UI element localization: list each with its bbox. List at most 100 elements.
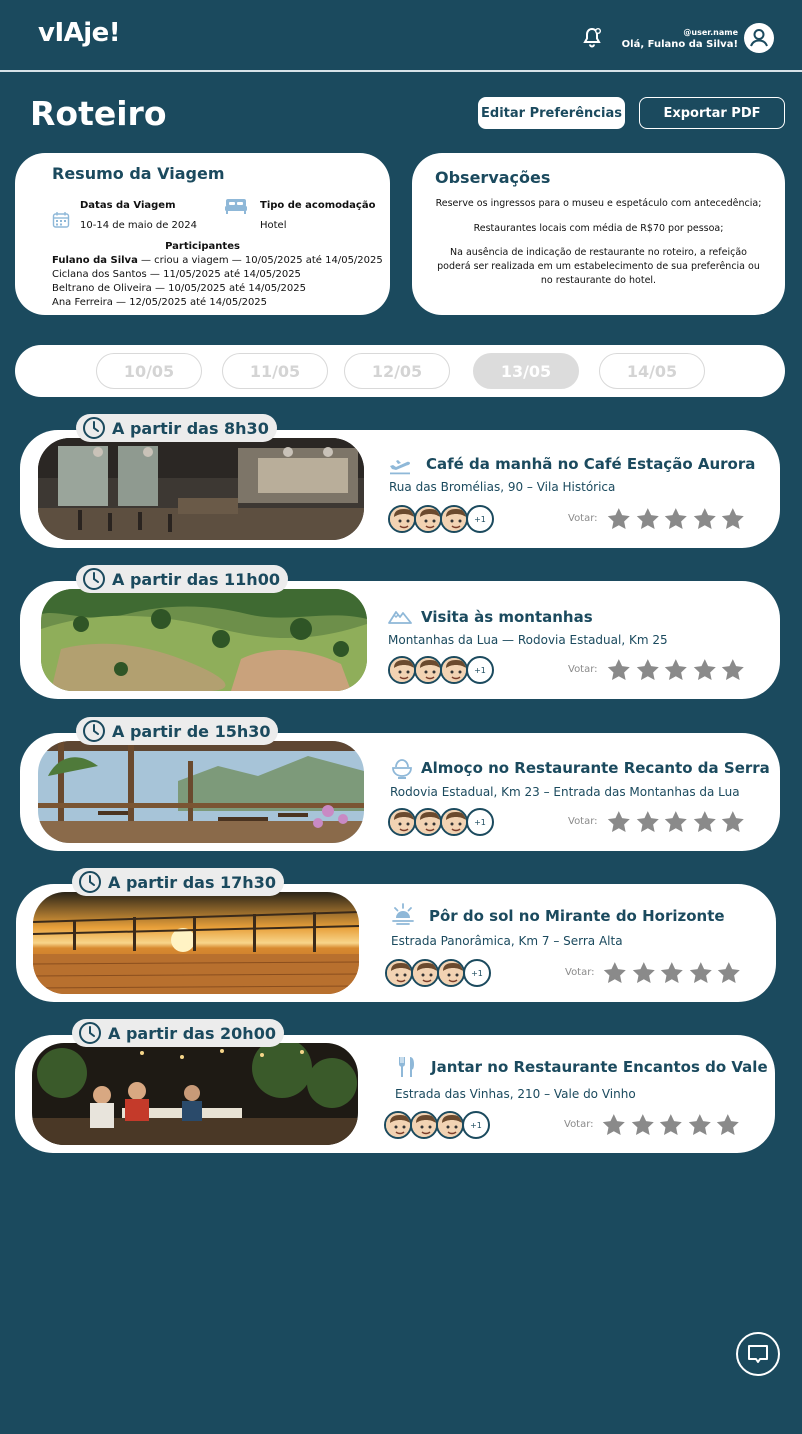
activity-address: Montanhas da Lua — Rodovia Estadual, Km … xyxy=(388,633,668,647)
star-icon[interactable] xyxy=(631,960,657,986)
participant-avatar xyxy=(388,808,416,836)
participant-line: Ciclana dos Santos — 11/05/2025 até 14/0… xyxy=(52,269,301,280)
participant-avatar xyxy=(385,959,413,987)
star-icon[interactable] xyxy=(659,960,685,986)
participant-avatar xyxy=(414,656,442,684)
star-icon[interactable] xyxy=(663,506,689,532)
accommodation-value: Hotel xyxy=(260,220,287,231)
activity-title: Pôr do sol no Mirante do Horizonte xyxy=(429,907,725,925)
participant-avatar xyxy=(436,1111,464,1139)
more-participants-badge[interactable]: +1 xyxy=(466,656,494,684)
edit-preferences-button[interactable]: Editar Preferências xyxy=(478,97,625,129)
participant-avatars[interactable]: +1 xyxy=(384,1111,494,1139)
user-avatar-icon[interactable] xyxy=(744,23,774,53)
participants-title: Participantes xyxy=(165,241,240,252)
vote-label: Votar: xyxy=(564,1119,594,1130)
page-title: Roteiro xyxy=(30,94,167,133)
date-tab-1305[interactable]: 13/05 xyxy=(473,353,579,389)
activity-time: A partir das 11h00 xyxy=(112,569,280,589)
date-tab-1205[interactable]: 12/05 xyxy=(344,353,450,389)
participant-creator-name: Fulano da Silva xyxy=(52,255,138,266)
star-icon[interactable] xyxy=(635,809,661,835)
summary-title: Resumo da Viagem xyxy=(52,164,225,183)
activity-time: A partir das 8h30 xyxy=(112,418,269,438)
star-icon[interactable] xyxy=(720,657,746,683)
observations-title: Observações xyxy=(435,168,551,187)
sunset-icon xyxy=(392,903,414,925)
trip-dates-label: Datas da Viagem xyxy=(80,200,176,211)
more-participants-badge[interactable]: +1 xyxy=(466,808,494,836)
mountains-photo xyxy=(41,589,367,691)
date-tab-1405[interactable]: 14/05 xyxy=(599,353,705,389)
activity-card[interactable]: Pôr do sol no Mirante do Horizonte Estra… xyxy=(16,884,776,1002)
date-tab-1005[interactable]: 10/05 xyxy=(96,353,202,389)
rating-stars[interactable] xyxy=(606,506,746,532)
rating-stars[interactable] xyxy=(602,960,742,986)
participant-avatars[interactable]: +1 xyxy=(385,959,495,987)
activity-title: Jantar no Restaurante Encantos do Vale xyxy=(431,1058,768,1076)
participant-avatar xyxy=(388,656,416,684)
app-logo[interactable]: vIAje! xyxy=(38,18,121,48)
activity-title: Café da manhã no Café Estação Aurora xyxy=(426,455,756,473)
star-icon[interactable] xyxy=(692,809,718,835)
clock-icon xyxy=(78,870,102,894)
clock-icon xyxy=(82,719,106,743)
star-icon[interactable] xyxy=(606,809,632,835)
star-icon[interactable] xyxy=(688,960,714,986)
activity-card[interactable]: Jantar no Restaurante Encantos do Vale E… xyxy=(15,1035,775,1153)
participant-avatars[interactable]: +1 xyxy=(388,656,498,684)
star-icon[interactable] xyxy=(663,809,689,835)
participant-avatar xyxy=(410,1111,438,1139)
star-icon[interactable] xyxy=(720,809,746,835)
more-participants-badge[interactable]: +1 xyxy=(463,959,491,987)
export-pdf-button[interactable]: Exportar PDF xyxy=(639,97,785,129)
clock-icon xyxy=(82,567,106,591)
participant-avatars[interactable]: +1 xyxy=(388,505,498,533)
activity-card[interactable]: Café da manhã no Café Estação Aurora Rua… xyxy=(20,430,780,548)
star-icon[interactable] xyxy=(663,657,689,683)
activity-address: Rodovia Estadual, Km 23 – Entrada das Mo… xyxy=(390,785,740,799)
vote-label: Votar: xyxy=(568,664,598,675)
more-participants-badge[interactable]: +1 xyxy=(462,1111,490,1139)
clock-icon xyxy=(82,416,106,440)
vote-label: Votar: xyxy=(568,513,598,524)
activity-time: A partir das 17h30 xyxy=(108,872,276,892)
star-icon[interactable] xyxy=(635,657,661,683)
participant-avatar xyxy=(384,1111,412,1139)
rating-stars[interactable] xyxy=(606,657,746,683)
activity-card[interactable]: Almoço no Restaurante Recanto da Serra R… xyxy=(20,733,780,851)
activity-title: Almoço no Restaurante Recanto da Serra xyxy=(421,759,770,777)
star-icon[interactable] xyxy=(715,1112,741,1138)
more-participants-badge[interactable]: +1 xyxy=(466,505,494,533)
star-icon[interactable] xyxy=(687,1112,713,1138)
observation-line: no restaurante do hotel. xyxy=(540,275,657,286)
plane-icon xyxy=(390,460,410,475)
participant-avatars[interactable]: +1 xyxy=(388,808,498,836)
notification-bell-icon[interactable] xyxy=(580,26,604,50)
participant-avatar xyxy=(440,808,468,836)
rating-stars[interactable] xyxy=(606,809,746,835)
star-icon[interactable] xyxy=(692,657,718,683)
time-tag: A partir das 20h00 xyxy=(72,1019,284,1047)
star-icon[interactable] xyxy=(692,506,718,532)
activity-time: A partir de 15h30 xyxy=(112,721,271,741)
star-icon[interactable] xyxy=(630,1112,656,1138)
star-icon[interactable] xyxy=(658,1112,684,1138)
star-icon[interactable] xyxy=(635,506,661,532)
participant-avatar xyxy=(437,959,465,987)
participant-line: Fulano da Silva — criou a viagem — 10/05… xyxy=(52,255,383,266)
star-icon[interactable] xyxy=(720,506,746,532)
star-icon[interactable] xyxy=(602,960,628,986)
star-icon[interactable] xyxy=(601,1112,627,1138)
chat-button[interactable] xyxy=(736,1332,780,1376)
star-icon[interactable] xyxy=(606,506,632,532)
activity-card[interactable]: Visita às montanhas Montanhas da Lua — R… xyxy=(20,581,780,699)
participant-line: Ana Ferreira — 12/05/2025 até 14/05/2025 xyxy=(52,297,268,308)
star-icon[interactable] xyxy=(716,960,742,986)
star-icon[interactable] xyxy=(606,657,632,683)
date-tab-1105[interactable]: 11/05 xyxy=(222,353,328,389)
time-tag: A partir das 11h00 xyxy=(76,565,288,593)
cutlery-icon xyxy=(399,1057,414,1077)
clock-icon xyxy=(78,1021,102,1045)
rating-stars[interactable] xyxy=(601,1112,741,1138)
